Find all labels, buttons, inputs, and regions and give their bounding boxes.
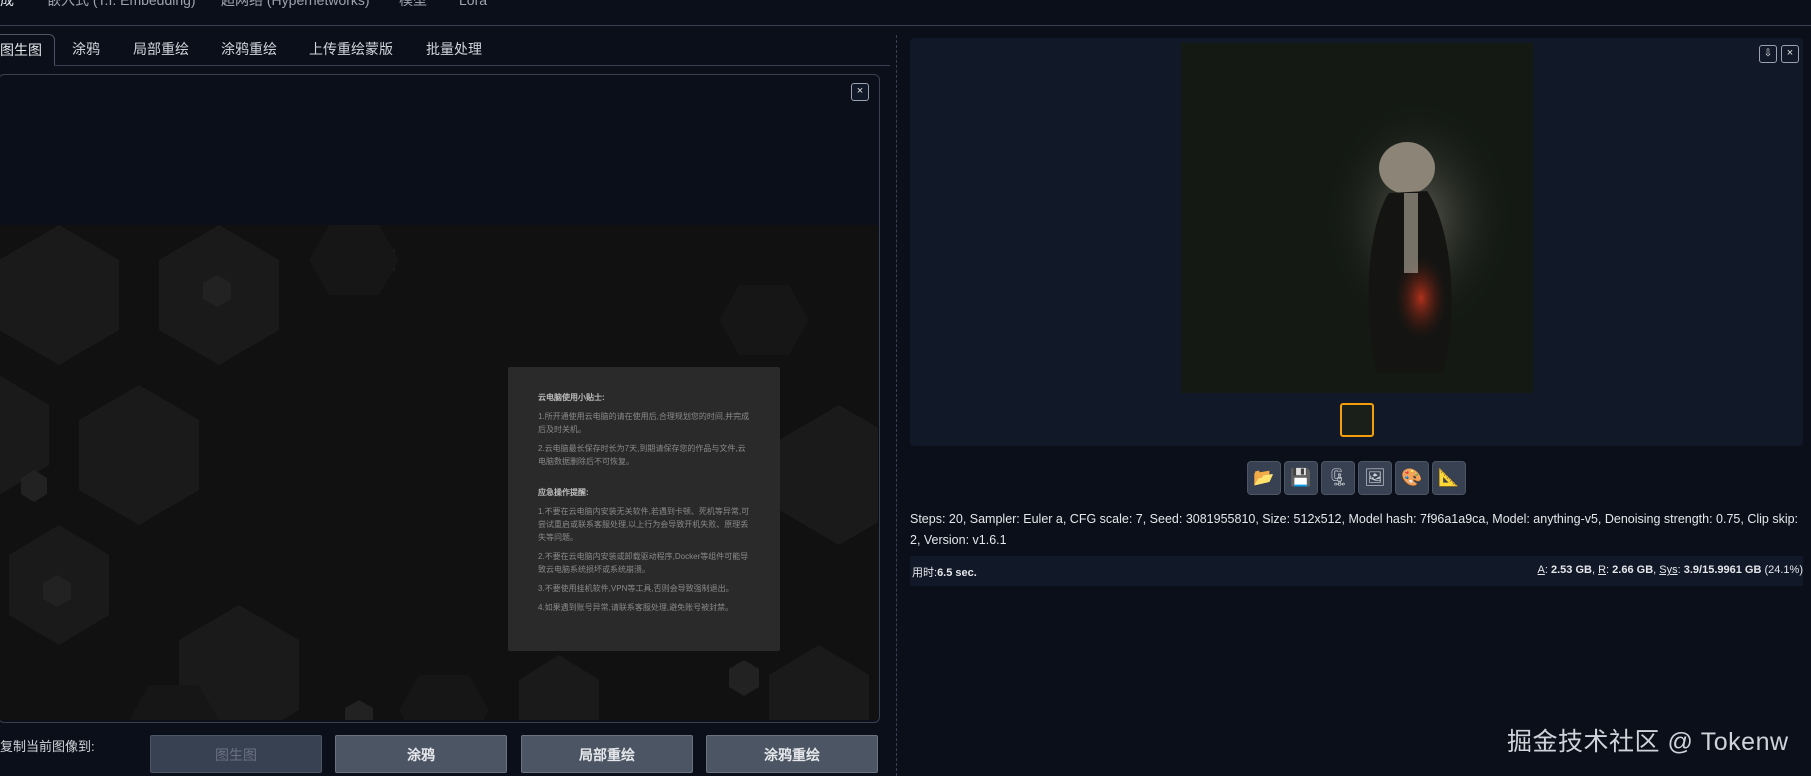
tips-card: 云电脑使用小贴士: 1.所开通使用云电脑的请在使用后,合理规划您的时间,并完成后… <box>508 367 780 651</box>
time-taken: 用时:6.5 sec. <box>912 567 977 579</box>
tips-paragraph: 3.不要使用挂机软件,VPN等工具,否则会导致强制退出。 <box>538 584 734 593</box>
tips-paragraph: 4.如果遇到账号异常,请联系客服处理,避免账号被封禁。 <box>538 603 734 612</box>
tab-img2img[interactable]: 图生图 <box>0 34 55 66</box>
tips-paragraph: 2.云电脑最长保存时长为7天,到期请保存您的作品与文件,云电脑数据删除后不可恢复… <box>538 444 746 466</box>
download-icon[interactable]: ⇩ <box>1759 45 1777 63</box>
tips-paragraph: 1.所开通使用云电脑的请在使用后,合理规划您的时间,并完成后及时关机。 <box>538 412 750 434</box>
palette-icon[interactable]: 🎨 <box>1395 461 1429 495</box>
generated-image[interactable] <box>1181 43 1533 393</box>
performance-bar: 用时:6.5 sec. A: 2.53 GB, R: 2.66 GB, Sys:… <box>910 556 1803 586</box>
close-icon[interactable]: × <box>1781 45 1799 63</box>
copy-to-inpaint-button[interactable]: 局部重绘 <box>521 735 693 773</box>
tab-model[interactable]: 模型 <box>399 0 427 8</box>
tab-hypernetworks[interactable]: 超网络 (Hypernetworks) <box>221 0 370 8</box>
copy-to-sketch-button[interactable]: 涂鸦 <box>335 735 507 773</box>
tab-inpaint[interactable]: 局部重绘 <box>133 39 189 59</box>
gallery-thumbnail[interactable] <box>1340 403 1374 437</box>
generated-figure <box>1286 68 1526 373</box>
save-icon[interactable]: 💾 <box>1284 461 1318 495</box>
tab-inpaint-upload[interactable]: 上传重绘蒙版 <box>309 39 393 59</box>
close-icon[interactable]: × <box>851 83 869 101</box>
watermark: 掘金技术社区 @ Tokenw <box>1507 728 1789 756</box>
tips-title: 应急操作提醒: <box>538 488 589 497</box>
image-icon[interactable]: 🖼 <box>1358 461 1392 495</box>
tips-title: 云电脑使用小贴士: <box>538 393 605 402</box>
copy-to-label: 复制当前图像到: <box>0 739 95 754</box>
tab-embedding[interactable]: 嵌入式 (T.I. Embedding) <box>47 0 196 8</box>
tab-inpaint-sketch[interactable]: 涂鸦重绘 <box>221 39 277 59</box>
triangle-ruler-icon[interactable]: 📐 <box>1432 461 1466 495</box>
tab-lora[interactable]: Lora <box>459 0 487 8</box>
folder-icon[interactable]: 📂 <box>1247 461 1281 495</box>
tab-sketch[interactable]: 涂鸦 <box>72 39 100 59</box>
input-image-panel[interactable]: × 云电脑使用小贴士: 1.所开通使用云电脑的请在使用后,合理规划您的时间,并完… <box>0 74 880 723</box>
tab-batch[interactable]: 批量处理 <box>426 39 482 59</box>
top-tab-bar: 生成 嵌入式 (T.I. Embedding) 超网络 (Hypernetwor… <box>0 0 1811 26</box>
vram-usage: A: 2.53 GB, R: 2.66 GB, Sys: 3.9/15.9961… <box>1537 564 1803 576</box>
tab-generate[interactable]: 生成 <box>0 0 14 8</box>
zip-icon[interactable]: 🗜 <box>1321 461 1355 495</box>
tips-paragraph: 1.不要在云电脑内安装无关软件,若遇到卡顿、死机等异常,可尝试重启或联系客服处理… <box>538 507 750 542</box>
tips-paragraph: 2.不要在云电脑内安装或卸载驱动程序,Docker等组件可能导致云电脑系统损坏或… <box>538 552 749 574</box>
img2img-sub-tab-bar: 图生图 涂鸦 局部重绘 涂鸦重绘 上传重绘蒙版 批量处理 <box>0 34 890 66</box>
copy-to-inpaint-sketch-button[interactable]: 涂鸦重绘 <box>706 735 878 773</box>
input-image-canvas[interactable]: 云电脑使用小贴士: 1.所开通使用云电脑的请在使用后,合理规划您的时间,并完成后… <box>0 225 878 720</box>
generation-info: Steps: 20, Sampler: Euler a, CFG scale: … <box>910 512 1799 547</box>
column-divider[interactable] <box>896 35 897 776</box>
copy-to-img2img-button[interactable]: 图生图 <box>150 735 322 773</box>
